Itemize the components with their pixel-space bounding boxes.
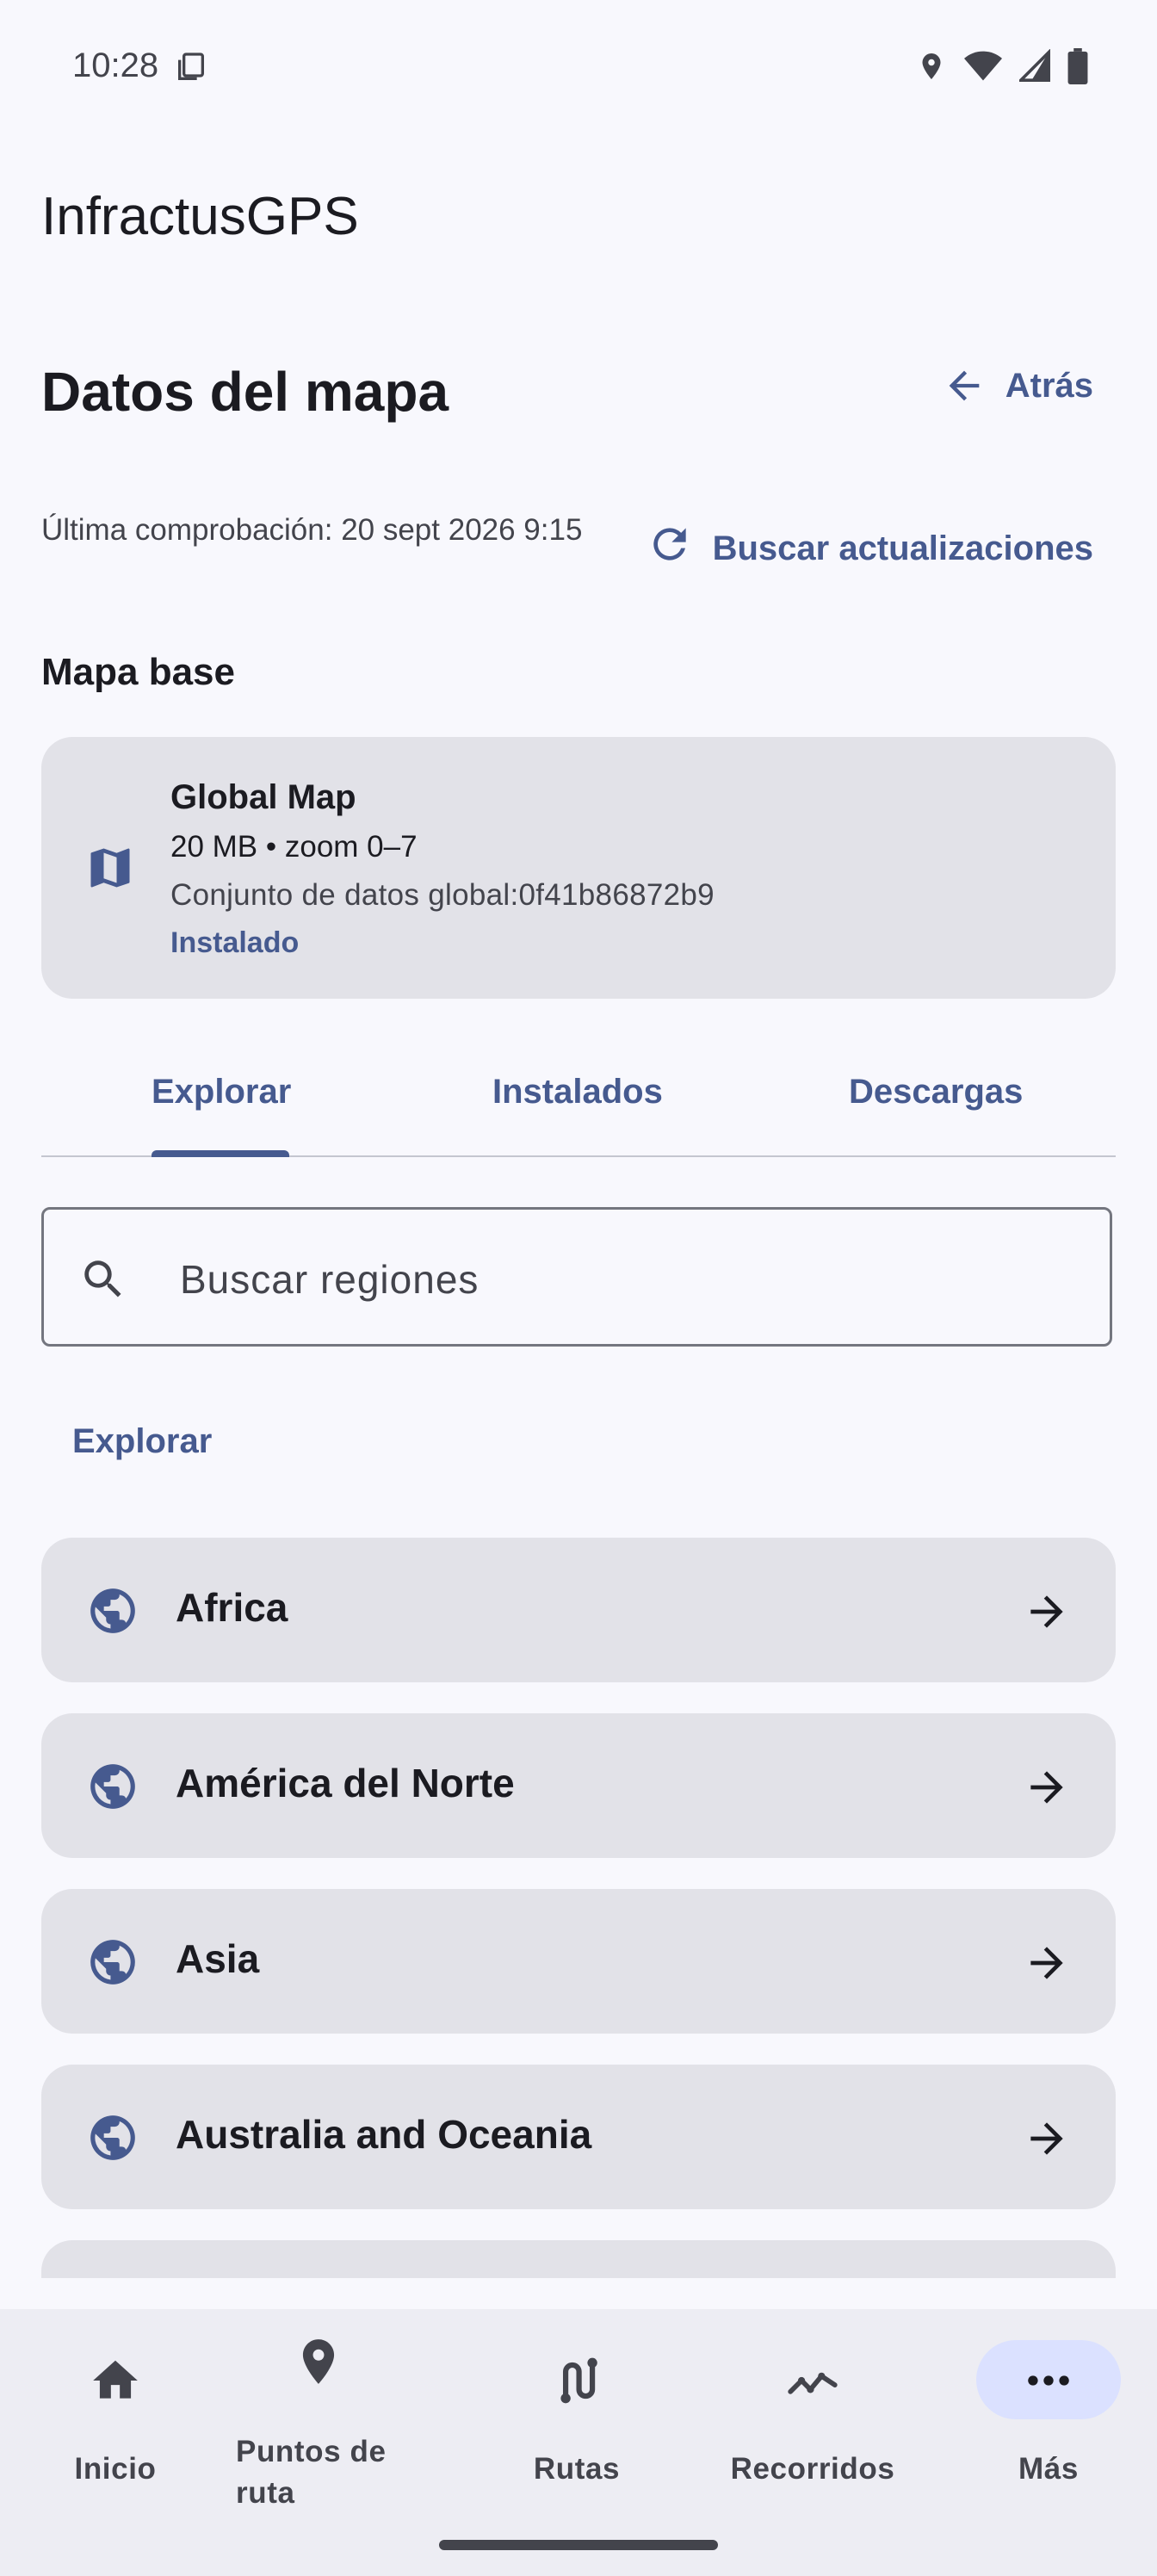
arrow-back-icon: [942, 363, 987, 408]
page-title: Datos del mapa: [41, 361, 449, 423]
globe-icon: [86, 1760, 139, 1817]
base-map-card: Global Map 20 MB • zoom 0–7 Conjunto de …: [41, 737, 1116, 999]
base-map-status: Instalado: [170, 926, 300, 959]
tab-explorar[interactable]: Explorar: [152, 1073, 291, 1112]
check-updates-label: Buscar actualizaciones: [712, 529, 1093, 567]
region-item-partial[interactable]: [41, 2240, 1116, 2278]
nav-item-mas[interactable]: Más: [933, 2309, 1157, 2516]
nav-item-puntos-de-ruta[interactable]: Puntos de ruta: [203, 2309, 434, 2516]
location-pin-icon: [292, 2335, 345, 2393]
explore-section-label: Explorar: [72, 1422, 213, 1460]
status-time: 10:28: [72, 46, 159, 84]
status-bar: 10:28: [0, 0, 1157, 138]
search-field[interactable]: [41, 1207, 1112, 1347]
screen: 10:28 InfractusGPS Datos del mapa Atrás: [0, 0, 1157, 2576]
region-item-asia[interactable]: Asia: [41, 1889, 1116, 2034]
nav-label: Recorridos: [730, 2452, 895, 2486]
region-name: Asia: [176, 1936, 260, 1981]
location-status-icon: [916, 49, 947, 84]
globe-icon: [86, 2111, 139, 2169]
arrow-forward-icon: [1023, 1588, 1071, 1640]
signal-icon: [1019, 49, 1050, 84]
home-indicator: [439, 2540, 718, 2550]
tracks-icon: [783, 2354, 842, 2412]
region-item-america-del-norte[interactable]: América del Norte: [41, 1713, 1116, 1858]
base-map-name: Global Map: [170, 778, 356, 816]
app-title: InfractusGPS: [41, 187, 359, 246]
base-map-meta: 20 MB • zoom 0–7: [170, 830, 418, 864]
region-name: Africa: [176, 1585, 288, 1630]
nav-label: Rutas: [533, 2452, 621, 2486]
nav-item-rutas[interactable]: Rutas: [461, 2309, 692, 2516]
arrow-forward-icon: [1023, 1763, 1071, 1816]
region-list: Africa América del Norte Asia Australia …: [41, 1538, 1116, 2278]
map-icon: [84, 842, 136, 898]
nav-label: Inicio: [74, 2452, 157, 2486]
region-item-africa[interactable]: Africa: [41, 1538, 1116, 1682]
notification-copy-icon: [174, 50, 208, 84]
arrow-forward-icon: [1023, 1939, 1071, 1991]
base-map-section-title: Mapa base: [41, 651, 235, 693]
search-input[interactable]: [178, 1244, 1043, 1315]
globe-icon: [86, 1584, 139, 1642]
check-updates-button[interactable]: Buscar actualizaciones: [646, 520, 1093, 577]
nav-label: Más: [1018, 2452, 1079, 2486]
battery-icon: [1067, 48, 1088, 84]
region-name: Australia and Oceania: [176, 2112, 592, 2157]
nav-label: Puntos de ruta: [236, 2435, 387, 2510]
route-icon: [550, 2354, 603, 2412]
nav-item-recorridos[interactable]: Recorridos: [697, 2309, 928, 2516]
search-icon: [78, 1254, 128, 1309]
arrow-forward-icon: [1023, 2115, 1071, 2167]
wifi-icon: [964, 49, 1002, 84]
base-map-dataset: Conjunto de datos global:0f41b86872b9: [170, 878, 715, 912]
globe-icon: [86, 1935, 139, 1993]
tab-bar: Explorar Instalados Descargas: [41, 1050, 1116, 1157]
region-name: América del Norte: [176, 1761, 515, 1805]
nav-item-inicio[interactable]: Inicio: [0, 2309, 231, 2516]
region-item-australia-and-oceania[interactable]: Australia and Oceania: [41, 2065, 1116, 2209]
tab-instalados[interactable]: Instalados: [492, 1073, 663, 1112]
tab-indicator: [152, 1150, 289, 1157]
more-icon: [1022, 2354, 1075, 2412]
back-button[interactable]: Atrás: [942, 363, 1093, 408]
refresh-icon: [646, 520, 694, 577]
back-button-label: Atrás: [1005, 366, 1093, 405]
status-icons: [916, 48, 1088, 84]
home-icon: [89, 2354, 142, 2412]
last-check-text: Última comprobación: 20 sept 2026 9:15: [41, 513, 583, 547]
bottom-navigation: Inicio Puntos de ruta Rutas Recorridos M…: [0, 2309, 1157, 2576]
tab-descargas[interactable]: Descargas: [849, 1073, 1023, 1112]
